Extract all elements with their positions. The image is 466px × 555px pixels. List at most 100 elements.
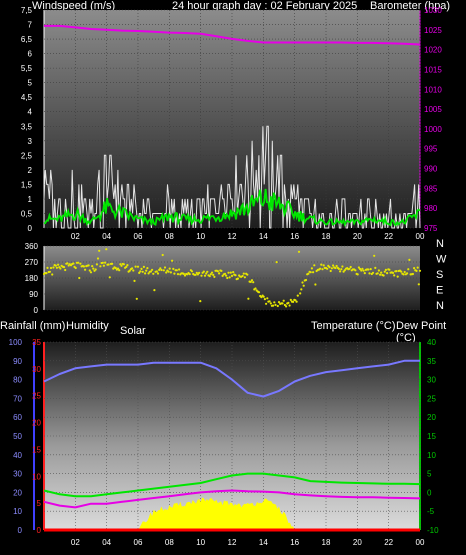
direction-point xyxy=(354,269,357,272)
direction-point xyxy=(216,270,219,273)
direction-point xyxy=(368,272,371,275)
direction-point xyxy=(132,269,135,272)
direction-point xyxy=(400,270,403,273)
direction-point xyxy=(72,262,75,265)
temp-tick-label: 40 xyxy=(427,338,436,347)
direction-point xyxy=(133,279,136,282)
direction-point xyxy=(199,300,202,303)
temp-tick-label: 30 xyxy=(427,376,436,385)
direction-point xyxy=(142,265,145,268)
wind-x-tick-label: 10 xyxy=(196,232,205,241)
direction-point xyxy=(89,271,93,274)
direction-point xyxy=(367,268,370,271)
direction-point xyxy=(108,276,111,279)
wind-tick-label: 3 xyxy=(28,137,33,146)
wind-tick-label: 3,5 xyxy=(21,122,33,131)
direction-tick-label: 270 xyxy=(25,258,39,267)
wind-x-tick-label: 14 xyxy=(259,232,268,241)
baro-tick-label: 1010 xyxy=(424,85,442,94)
direction-tick-label: 360 xyxy=(25,242,39,251)
direction-compass-label: N xyxy=(436,238,444,250)
direction-point xyxy=(202,270,205,273)
direction-point xyxy=(51,273,54,276)
direction-tick-label: 0 xyxy=(34,306,39,315)
direction-point xyxy=(243,276,246,279)
humidity-tick-label: 40 xyxy=(13,451,22,460)
direction-point xyxy=(218,272,221,275)
direction-point xyxy=(48,270,52,273)
direction-point xyxy=(380,271,383,274)
direction-point xyxy=(118,269,121,272)
wind-x-tick-label: 08 xyxy=(165,232,174,241)
baro-tick-label: 985 xyxy=(424,184,438,193)
wind-tick-label: 7,5 xyxy=(21,6,33,15)
direction-point xyxy=(203,274,207,277)
direction-point xyxy=(49,266,53,270)
direction-point xyxy=(307,272,310,275)
direction-point xyxy=(77,261,80,264)
temp-x-tick-label: 14 xyxy=(259,538,268,547)
direction-point xyxy=(313,264,316,267)
wind-x-tick-label: 00 xyxy=(416,232,425,241)
wind-x-tick-label: 18 xyxy=(322,232,331,241)
direction-point xyxy=(57,263,60,266)
direction-point xyxy=(310,267,313,270)
temp-tick-label: -10 xyxy=(427,526,439,535)
temp-x-tick-label: 02 xyxy=(71,538,80,547)
direction-point xyxy=(246,273,249,276)
direction-point xyxy=(163,266,167,269)
direction-point xyxy=(153,289,156,292)
direction-point xyxy=(377,269,380,272)
direction-compass-label: S xyxy=(436,269,443,281)
direction-point xyxy=(382,274,385,277)
direction-point xyxy=(172,267,175,270)
direction-point xyxy=(263,298,266,301)
direction-point xyxy=(302,284,305,287)
rain-tick-label: 30 xyxy=(32,365,41,374)
rain-tick-label: 15 xyxy=(32,445,41,454)
baro-tick-label: 980 xyxy=(424,204,438,213)
direction-point xyxy=(78,276,81,280)
direction-point xyxy=(232,271,235,274)
direction-point xyxy=(319,267,322,270)
humidity-tick-label: 70 xyxy=(13,394,22,403)
baro-tick-label: 1030 xyxy=(424,6,442,15)
wind-x-tick-label: 06 xyxy=(134,232,143,241)
rain-tick-label: 0 xyxy=(37,526,42,535)
direction-point xyxy=(275,261,278,264)
direction-point xyxy=(87,264,90,267)
direction-point xyxy=(274,303,277,306)
wind-x-tick-label: 04 xyxy=(102,232,111,241)
rain-tick-label: 10 xyxy=(32,472,41,481)
humidity-tick-label: 0 xyxy=(18,526,23,535)
wind-tick-label: 6,5 xyxy=(21,35,33,44)
direction-point xyxy=(161,253,164,257)
rain-tick-label: 25 xyxy=(32,392,41,401)
direction-point xyxy=(96,257,100,260)
direction-point xyxy=(282,299,285,302)
humidity-tick-label: 50 xyxy=(13,432,22,441)
direction-point xyxy=(173,272,176,275)
direction-point xyxy=(371,271,375,274)
direction-point xyxy=(146,267,149,270)
direction-point xyxy=(396,275,399,278)
direction-point xyxy=(384,268,387,271)
direction-point xyxy=(247,297,250,300)
wind-tick-label: 2 xyxy=(28,166,33,175)
wind-x-tick-label: 16 xyxy=(290,232,299,241)
temp-x-tick-label: 16 xyxy=(290,538,299,547)
direction-tick-label: 90 xyxy=(29,290,38,299)
direction-point xyxy=(320,263,323,266)
direction-point xyxy=(395,270,398,273)
direction-point xyxy=(300,288,303,291)
wind-tick-label: 6 xyxy=(28,50,33,59)
direction-point xyxy=(220,269,223,272)
direction-point xyxy=(416,266,419,269)
direction-point xyxy=(242,272,245,275)
wind-x-tick-label: 20 xyxy=(353,232,362,241)
direction-point xyxy=(62,266,66,269)
direction-point xyxy=(361,267,364,270)
direction-point xyxy=(321,268,324,271)
wind-tick-label: 5,5 xyxy=(21,64,33,73)
direction-point xyxy=(265,302,268,305)
